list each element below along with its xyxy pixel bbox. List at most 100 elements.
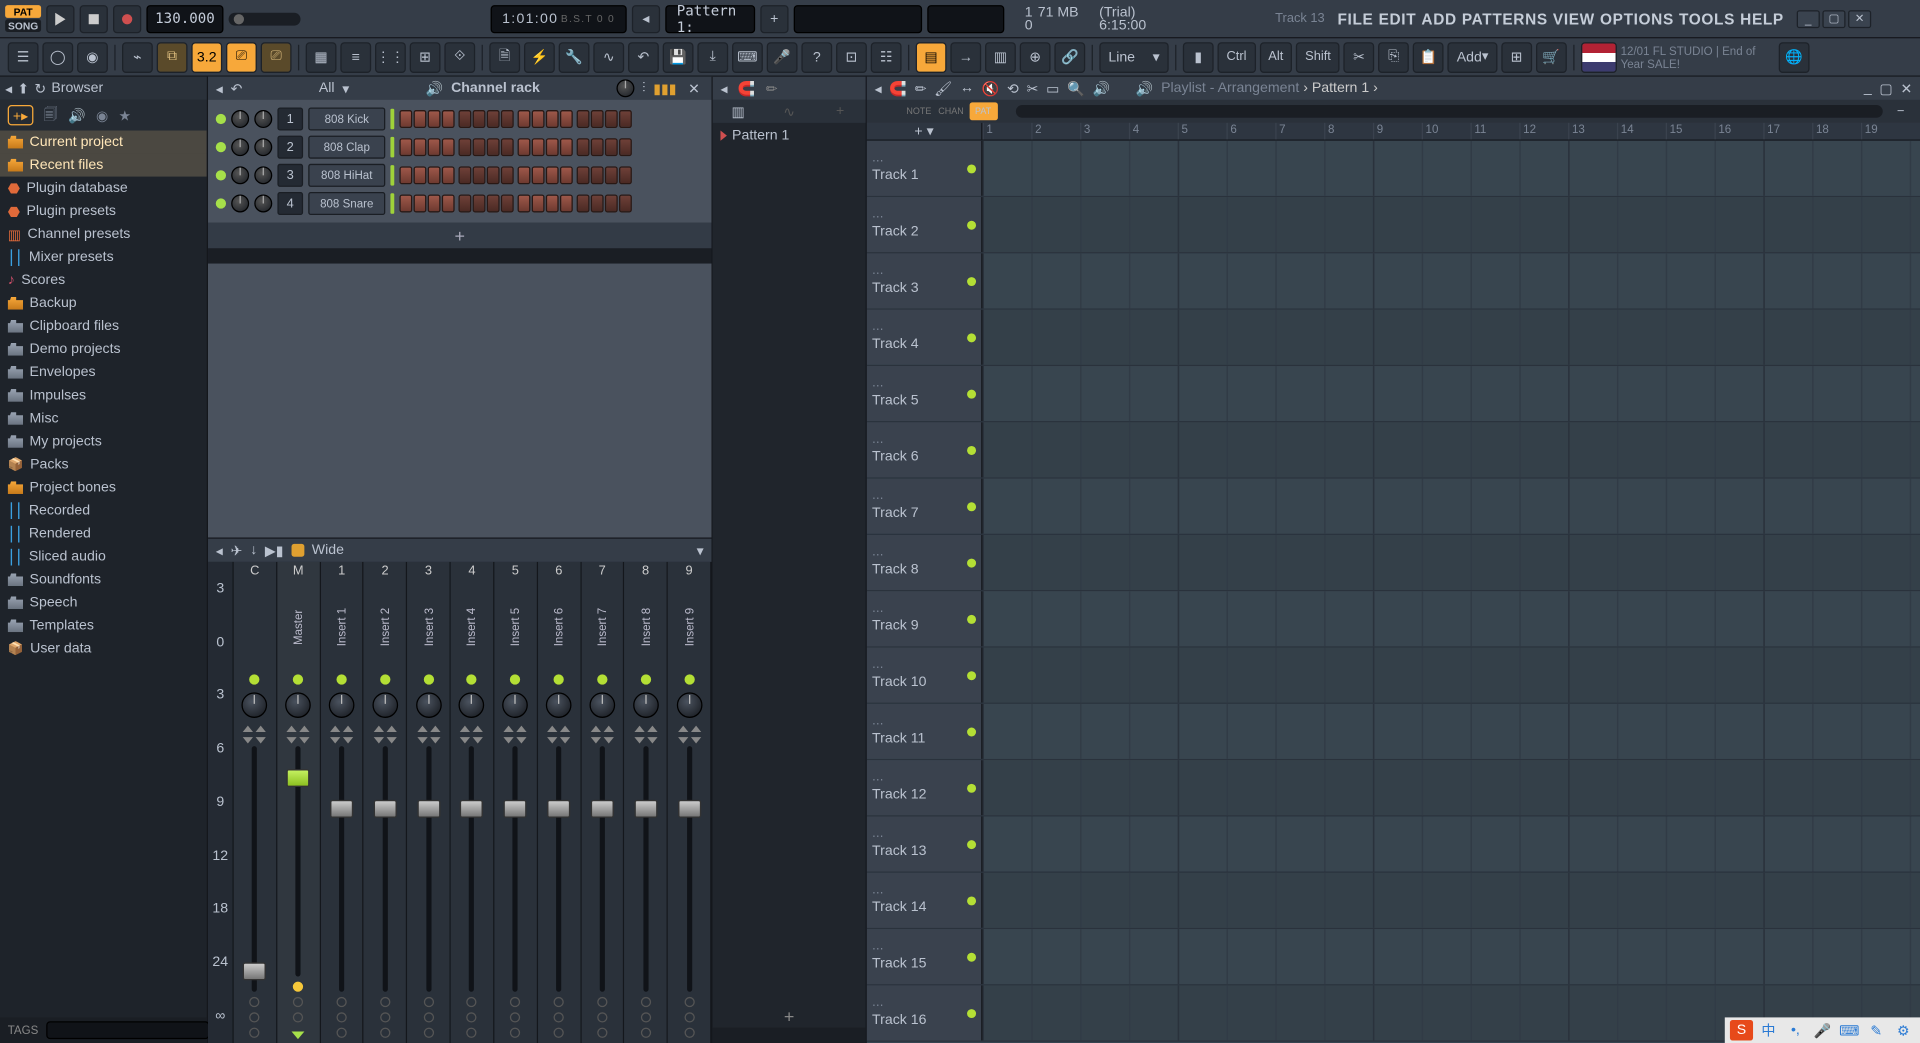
bar-number[interactable]: 8 bbox=[1324, 123, 1373, 140]
clip-paste[interactable]: 📋 bbox=[1413, 42, 1444, 73]
step[interactable] bbox=[487, 138, 500, 156]
channel-pan-knob[interactable] bbox=[231, 195, 249, 213]
mode-auto[interactable]: ∿ bbox=[778, 102, 801, 120]
track-header[interactable]: ⋯Track 9 bbox=[867, 591, 983, 646]
step[interactable] bbox=[414, 138, 427, 156]
pl-maximize[interactable]: ▢ bbox=[1879, 80, 1892, 97]
tool-wrench[interactable]: 🔧 bbox=[559, 42, 590, 73]
pl-close[interactable]: ✕ bbox=[1900, 80, 1912, 97]
track-fader[interactable] bbox=[412, 746, 445, 992]
pl-tool-arrow[interactable]: ↔ bbox=[960, 81, 974, 96]
tool-metronome[interactable]: ⌁ bbox=[122, 42, 153, 73]
track-header[interactable]: ⋯Track 5 bbox=[867, 366, 983, 421]
bar-number[interactable]: 17 bbox=[1763, 123, 1812, 140]
tool-render[interactable]: ⤓ bbox=[697, 42, 728, 73]
track-pan-knob[interactable] bbox=[546, 692, 572, 718]
track-led[interactable] bbox=[380, 674, 390, 684]
mixer-dropdown[interactable]: ▾ bbox=[697, 542, 704, 559]
tool-onekey[interactable]: ⌨ bbox=[732, 42, 763, 73]
stereo-sep[interactable] bbox=[243, 726, 266, 732]
step[interactable] bbox=[605, 195, 618, 213]
track-header[interactable]: ⋯Track 12 bbox=[867, 760, 983, 815]
track-lane[interactable] bbox=[982, 704, 1920, 759]
browser-item[interactable]: Current project bbox=[0, 131, 207, 154]
stereo-sep[interactable] bbox=[504, 726, 527, 732]
pl-hscroll[interactable] bbox=[1015, 105, 1883, 118]
track-header[interactable]: ⋯Track 4 bbox=[867, 310, 983, 365]
clip-cut[interactable]: ✂ bbox=[1344, 42, 1375, 73]
stereo-sep2[interactable] bbox=[330, 737, 353, 743]
mixer-insert[interactable]: 7Insert 7 bbox=[581, 562, 624, 1043]
tool-help[interactable]: ⊡ bbox=[836, 42, 867, 73]
tool-main-menu[interactable]: ☰ bbox=[8, 42, 39, 73]
browser-add[interactable]: +▸ bbox=[8, 105, 34, 125]
track-mute-led[interactable] bbox=[967, 276, 976, 285]
track-fader[interactable] bbox=[586, 746, 619, 992]
menu-help[interactable]: HELP bbox=[1740, 10, 1784, 28]
track-fx-dots[interactable] bbox=[293, 982, 303, 1023]
browser-item[interactable]: Recent files bbox=[0, 154, 207, 177]
stereo-sep[interactable] bbox=[417, 726, 440, 732]
tempo-slider[interactable] bbox=[229, 12, 301, 25]
step[interactable] bbox=[458, 195, 471, 213]
view-mixer[interactable]: ⊕ bbox=[1020, 42, 1051, 73]
pl-tool-mute[interactable]: 🔇 bbox=[982, 80, 1000, 97]
channel-name[interactable]: 808 Kick bbox=[308, 107, 385, 130]
stereo-sep[interactable] bbox=[287, 726, 310, 732]
track-lane[interactable] bbox=[982, 760, 1920, 815]
track-fader[interactable] bbox=[455, 746, 488, 992]
pl-zoom-out[interactable]: − bbox=[1887, 102, 1915, 120]
channel-select[interactable] bbox=[390, 193, 394, 213]
view-browser[interactable]: 🔗 bbox=[1054, 42, 1085, 73]
tool-new[interactable]: 🗎 bbox=[489, 42, 520, 73]
step[interactable] bbox=[458, 110, 471, 128]
step[interactable] bbox=[619, 110, 632, 128]
step[interactable] bbox=[591, 195, 604, 213]
track-name[interactable]: Insert 1 bbox=[335, 582, 348, 672]
step[interactable] bbox=[442, 195, 455, 213]
browser-options-icon[interactable]: ◉ bbox=[96, 107, 108, 124]
step-sequencer[interactable] bbox=[399, 195, 634, 213]
track-pan-knob[interactable] bbox=[416, 692, 442, 718]
mixer-master[interactable]: MMaster bbox=[277, 562, 320, 1043]
step[interactable] bbox=[458, 166, 471, 184]
pattern-prev[interactable]: ◂ bbox=[632, 4, 660, 32]
step[interactable] bbox=[532, 138, 545, 156]
tool-plug[interactable]: ⚡ bbox=[524, 42, 555, 73]
browser-item[interactable]: ⎮⎮Rendered bbox=[0, 522, 207, 545]
tool-undo[interactable]: ↶ bbox=[628, 42, 659, 73]
clip-copy[interactable]: ⎘ bbox=[1378, 42, 1409, 73]
step[interactable] bbox=[473, 110, 486, 128]
tool-debug[interactable]: ☷ bbox=[871, 42, 902, 73]
mixer-insert[interactable]: 2Insert 2 bbox=[364, 562, 407, 1043]
track-pan-knob[interactable] bbox=[242, 692, 268, 718]
tool-save[interactable]: 💾 bbox=[663, 42, 694, 73]
tags-input[interactable] bbox=[46, 1021, 209, 1039]
track-mute-led[interactable] bbox=[967, 333, 976, 342]
step[interactable] bbox=[414, 195, 427, 213]
mixer-insert[interactable]: C bbox=[234, 562, 277, 1043]
channel-vol-knob[interactable] bbox=[254, 195, 272, 213]
minimize-button[interactable]: _ bbox=[1797, 10, 1820, 28]
step[interactable] bbox=[414, 110, 427, 128]
channel-name[interactable]: 808 Snare bbox=[308, 192, 385, 215]
cr-graph-icon[interactable]: ⫶ bbox=[642, 80, 646, 97]
cr-menu[interactable]: ◂ bbox=[216, 80, 223, 97]
pl-tool-zoom[interactable]: 🔍 bbox=[1067, 80, 1085, 97]
track-fader[interactable] bbox=[499, 746, 532, 992]
stereo-sep2[interactable] bbox=[243, 737, 266, 743]
browser-item[interactable]: 📦Packs bbox=[0, 453, 207, 476]
step[interactable] bbox=[546, 138, 559, 156]
bar-number[interactable]: 2 bbox=[1031, 123, 1080, 140]
channel-vol-knob[interactable] bbox=[254, 138, 272, 156]
step[interactable] bbox=[605, 166, 618, 184]
track-led[interactable] bbox=[423, 674, 433, 684]
track-fader[interactable] bbox=[368, 746, 401, 992]
browser-item[interactable]: Envelopes bbox=[0, 361, 207, 384]
bar-number[interactable]: 14 bbox=[1617, 123, 1666, 140]
step[interactable] bbox=[487, 195, 500, 213]
step[interactable] bbox=[487, 110, 500, 128]
track-header[interactable]: ⋯Track 16 bbox=[867, 985, 983, 1040]
magnet-icon[interactable]: 🧲 bbox=[738, 80, 756, 97]
cr-filter[interactable]: All bbox=[319, 81, 335, 96]
